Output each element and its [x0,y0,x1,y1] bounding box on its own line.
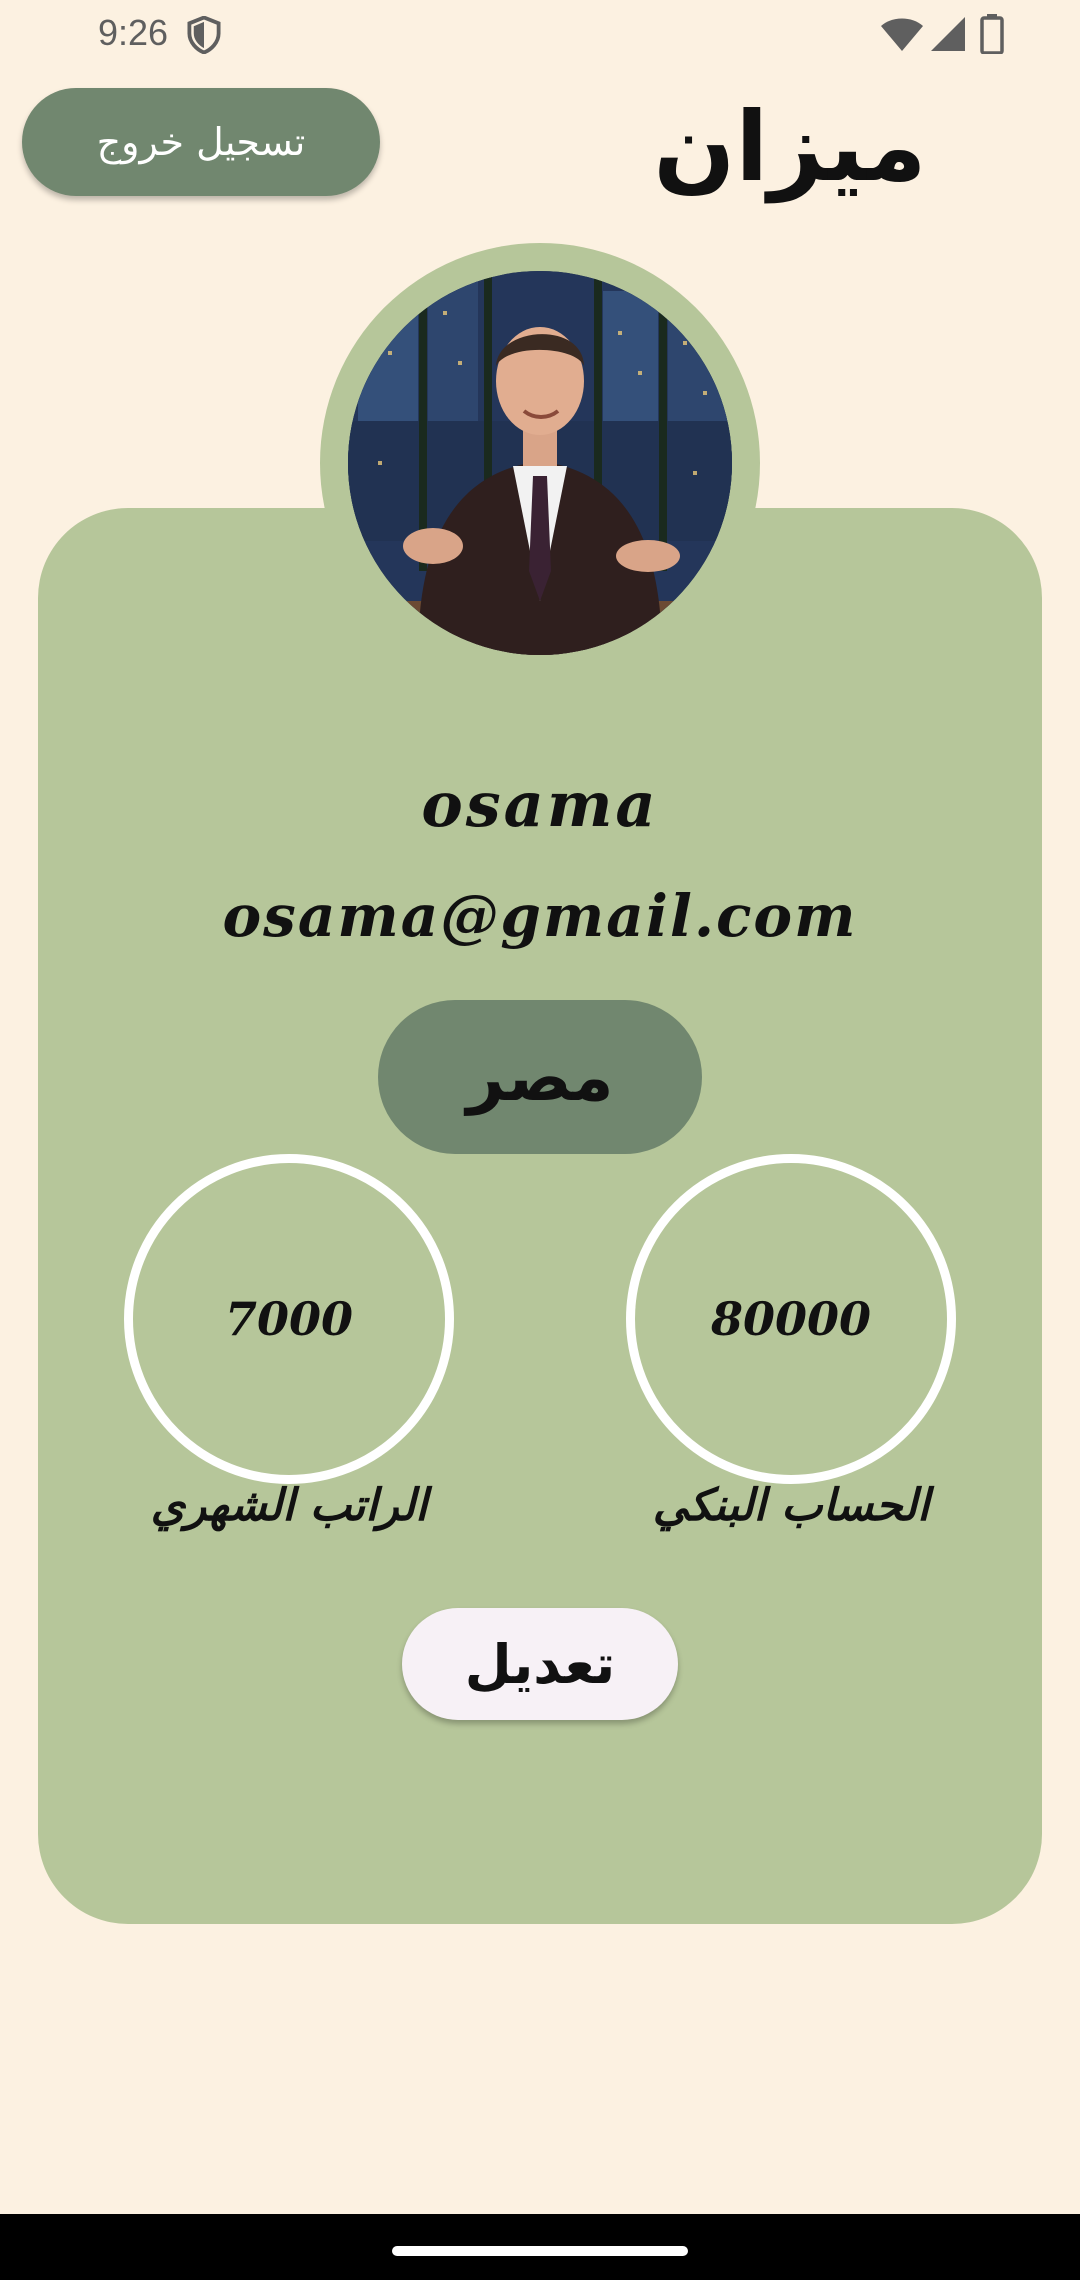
app-title: ميزان [653,91,927,203]
edit-button-label: تعديل [464,1632,616,1696]
user-name: osama [421,768,659,841]
monthly-salary-value: 7000 [224,1292,354,1346]
monthly-salary-label: الراتب الشهري [150,1480,428,1531]
signal-icon [931,17,965,51]
monthly-salary-circle: 7000 [124,1154,454,1484]
status-time: 9:26 [98,12,169,53]
bank-account-label: الحساب البنكي [652,1480,930,1531]
user-email: osama@gmail.com [222,882,858,950]
country-badge: مصر [378,1000,702,1154]
wifi-icon [881,18,923,51]
status-bar: 9:26 [0,0,1080,66]
logout-button[interactable]: تسجيل خروج [22,88,380,196]
edit-button[interactable]: تعديل [402,1608,678,1720]
shield-icon [187,16,221,54]
avatar [348,271,732,655]
battery-icon [980,14,1004,54]
avatar-image [348,271,732,655]
profile-screen: 9:26 تسجيل خروج ميزان osama osama@gmail.… [0,0,1080,2280]
home-gesture-handle[interactable] [392,2246,688,2256]
bank-account-value: 80000 [710,1292,872,1346]
bank-account-circle: 80000 [626,1154,956,1484]
logout-button-label: تسجيل خروج [96,120,306,164]
